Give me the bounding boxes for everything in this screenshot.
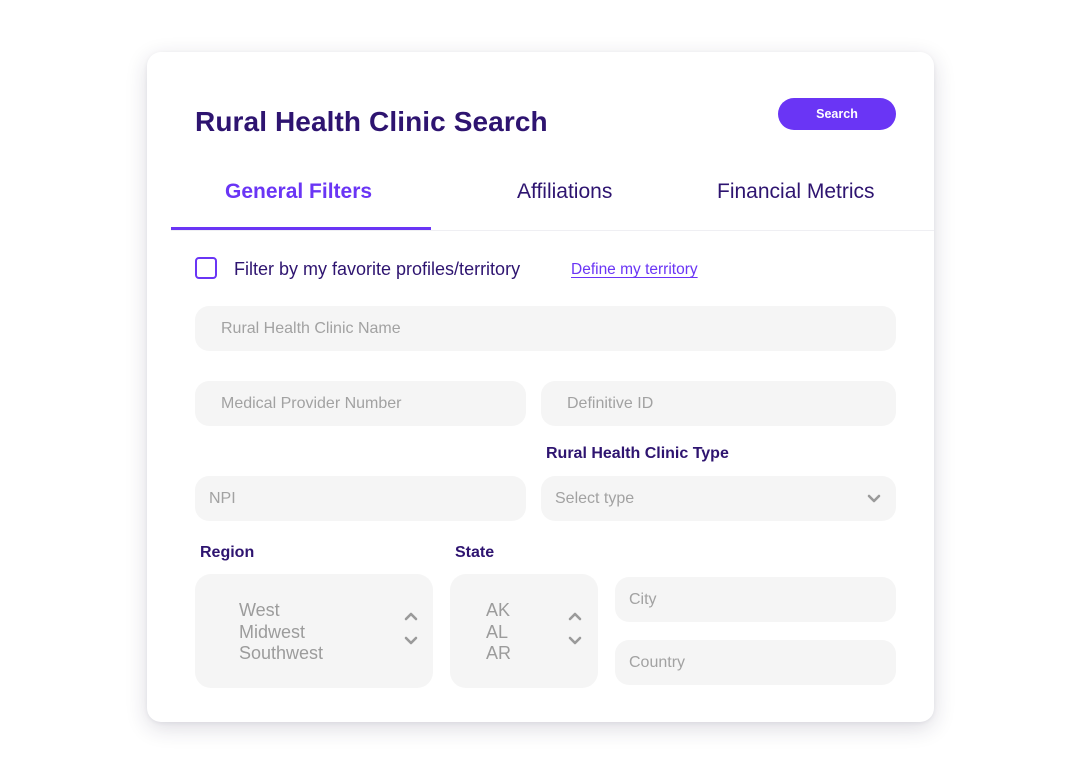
page-title: Rural Health Clinic Search [195,106,548,137]
state-label: State [455,544,495,561]
chevron-up-icon [404,612,418,621]
provider-number-placeholder: Medical Provider Number [221,395,402,412]
country-input[interactable]: Country [615,640,896,685]
tab-general-filters[interactable]: General Filters [225,180,372,204]
region-options: West Midwest Southwest [239,600,323,665]
define-territory-link[interactable]: Define my territory [571,261,698,279]
list-item[interactable]: West [239,600,323,622]
region-stepper[interactable] [404,609,418,649]
definitive-id-placeholder: Definitive ID [567,395,654,412]
tab-bar: General Filters Affiliations Financial M… [171,168,934,231]
region-listbox[interactable]: West Midwest Southwest [195,574,433,688]
list-item[interactable]: AR [486,643,511,665]
search-card: Rural Health Clinic Search Search Genera… [147,52,934,722]
favorites-territory-label: Filter by my favorite profiles/territory [234,259,521,279]
chevron-down-icon [867,494,881,503]
clinic-name-placeholder: Rural Health Clinic Name [221,320,401,337]
favorites-territory-checkbox[interactable] [195,257,217,279]
list-item[interactable]: AL [486,622,511,644]
list-item[interactable]: AK [486,600,511,622]
chevron-down-icon [404,636,418,645]
list-item[interactable]: Southwest [239,643,323,665]
state-stepper[interactable] [568,609,582,649]
npi-placeholder: NPI [209,490,236,507]
state-listbox[interactable]: AK AL AR [450,574,598,688]
clinic-name-input[interactable]: Rural Health Clinic Name [195,306,896,351]
active-tab-indicator [171,227,431,230]
chevron-up-icon [568,612,582,621]
search-button[interactable]: Search [778,98,896,130]
city-input[interactable]: City [615,577,896,622]
clinic-type-selected: Select type [555,490,635,507]
chevron-down-icon [568,636,582,645]
country-placeholder: Country [629,654,686,671]
tab-affiliations[interactable]: Affiliations [517,180,612,204]
list-item[interactable]: Midwest [239,622,323,644]
clinic-type-select[interactable]: Select type [541,476,896,521]
state-options: AK AL AR [486,600,511,665]
npi-input[interactable]: NPI [195,476,526,521]
clinic-type-label: Rural Health Clinic Type [546,445,729,462]
tab-financial-metrics[interactable]: Financial Metrics [717,180,875,204]
city-placeholder: City [629,591,657,608]
definitive-id-input[interactable]: Definitive ID [541,381,896,426]
provider-number-input[interactable]: Medical Provider Number [195,381,526,426]
region-label: Region [200,544,255,561]
